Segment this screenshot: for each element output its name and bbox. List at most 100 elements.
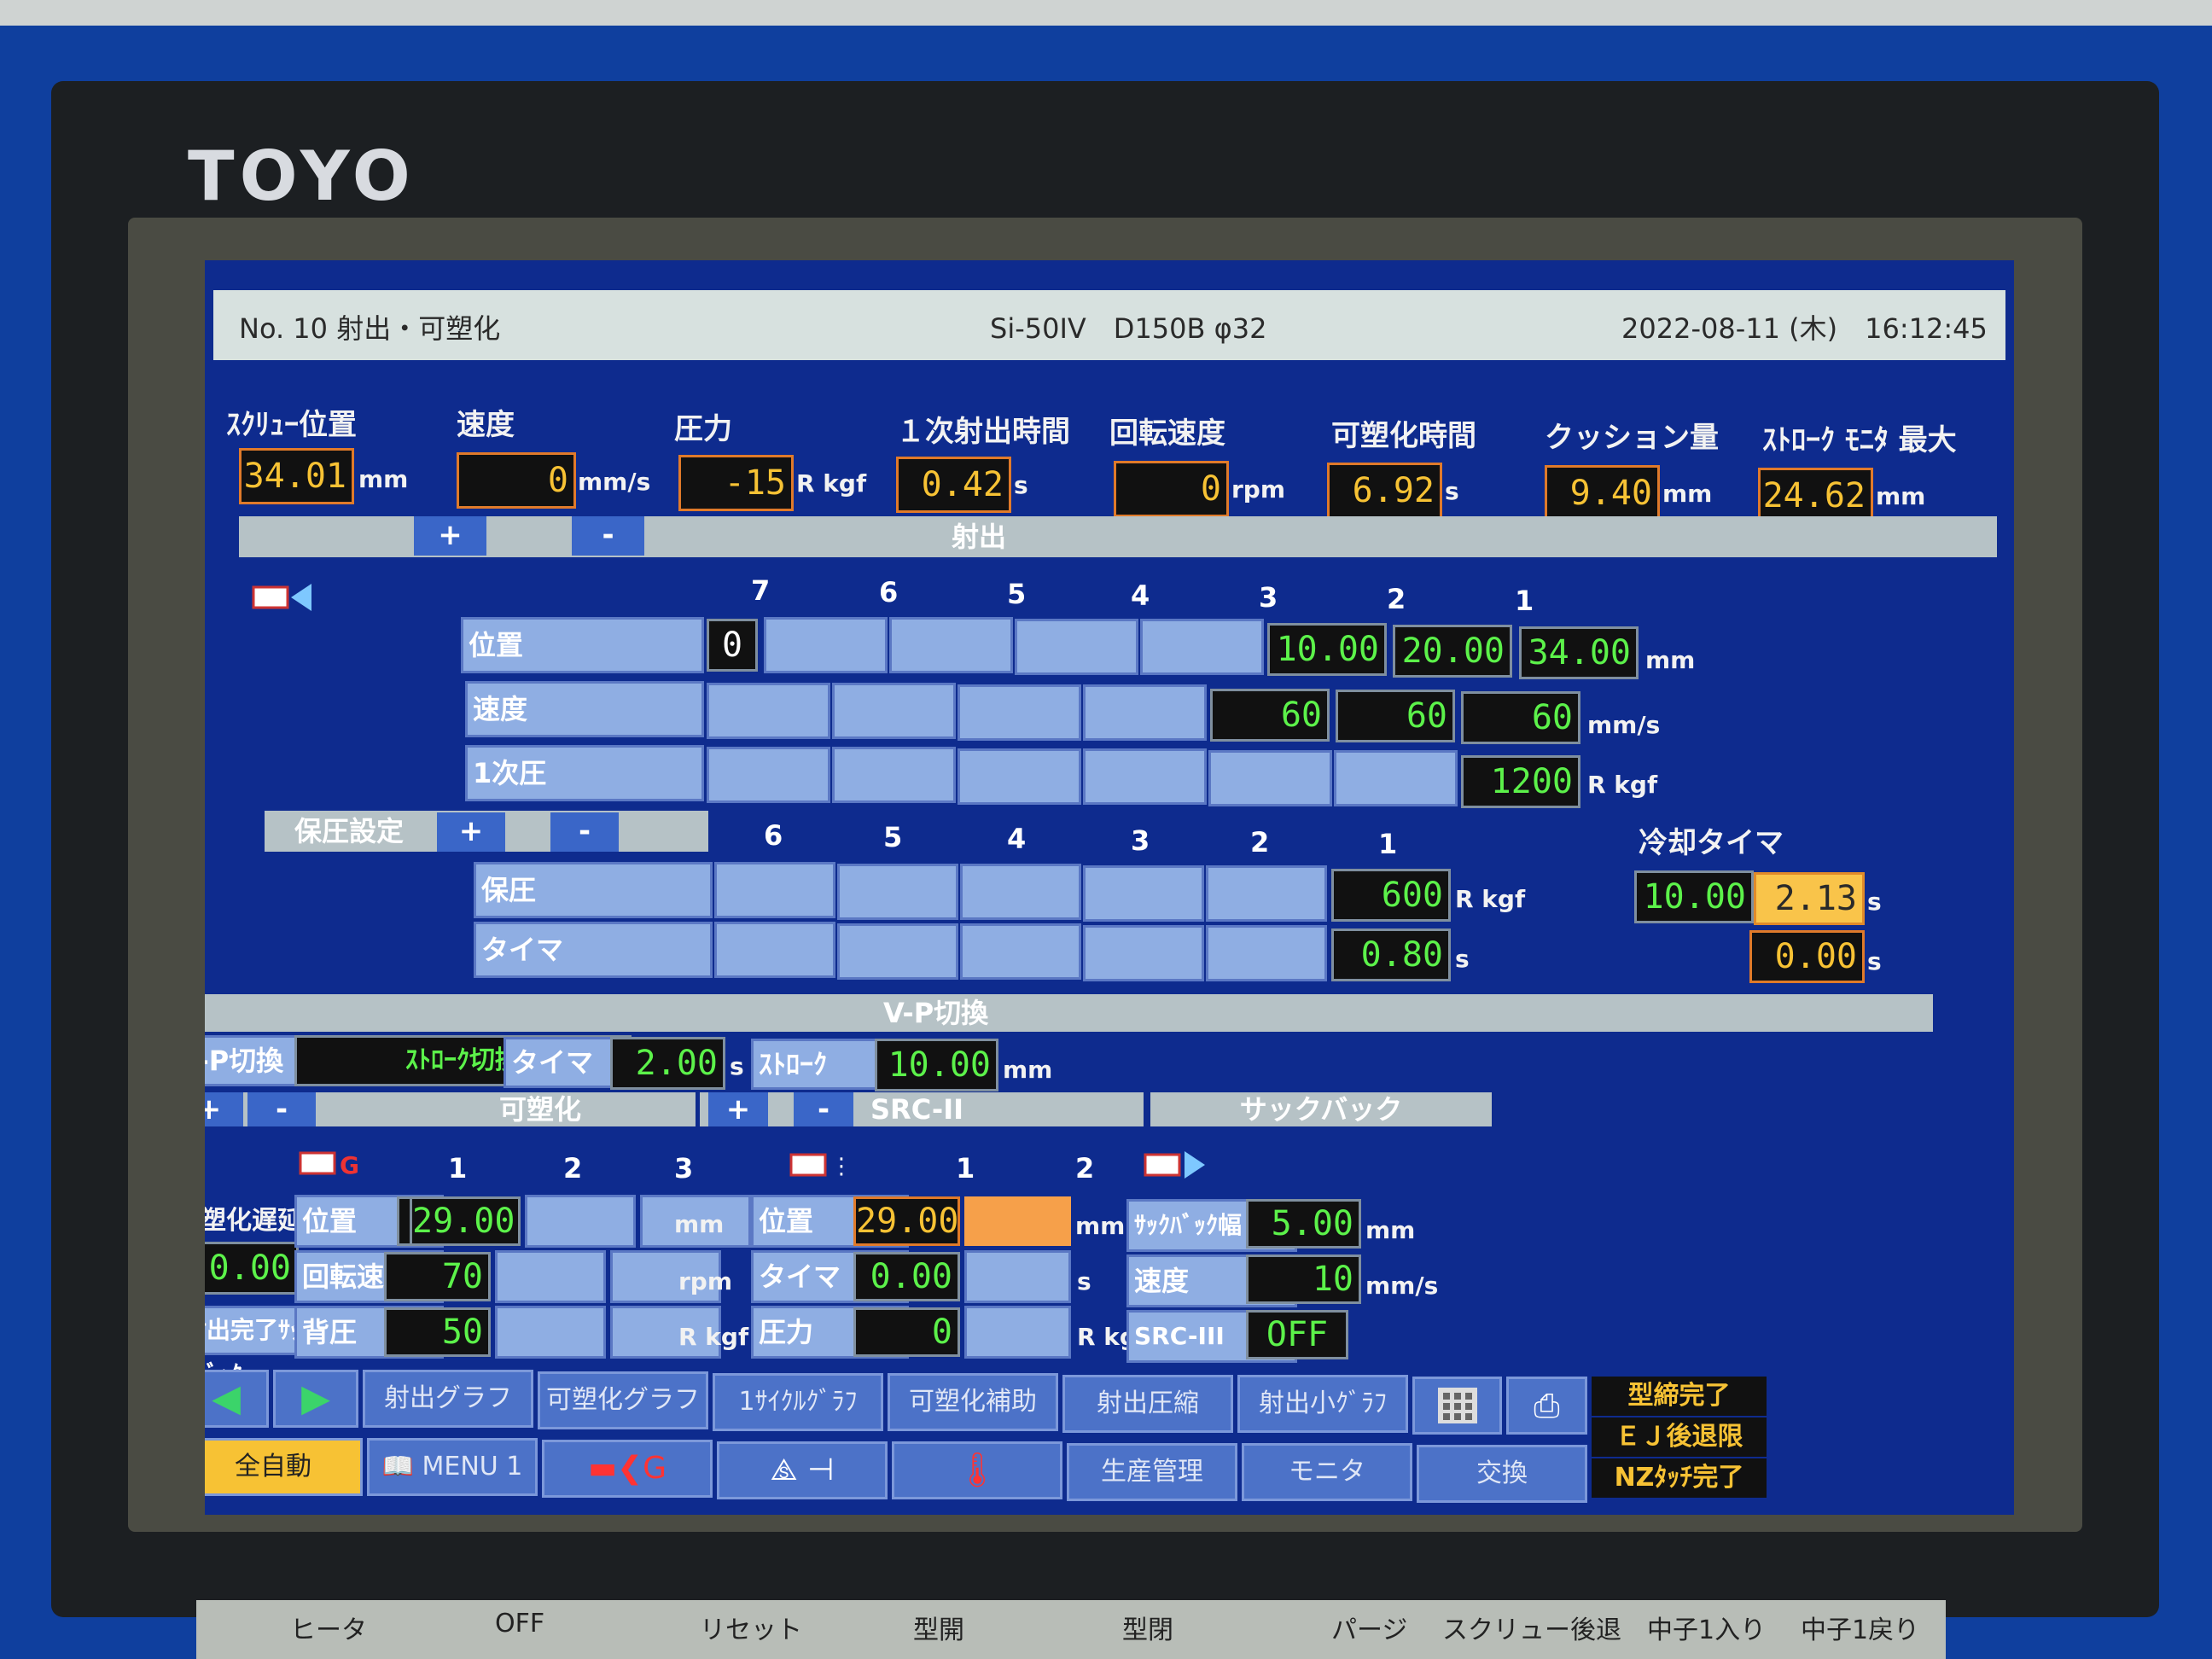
speed-stage-2[interactable]: 60: [1336, 690, 1455, 742]
arrow-right-icon: ▶: [301, 1377, 330, 1420]
inj-small-graph-button[interactable]: 射出小ｸﾞﾗﾌ: [1237, 1375, 1408, 1433]
hold-pressure[interactable]: 600: [1331, 869, 1451, 922]
position-start[interactable]: 0: [707, 619, 758, 672]
speed-stage-1[interactable]: 60: [1461, 691, 1580, 744]
plast-pos-cell-2[interactable]: [525, 1195, 636, 1248]
src-timer[interactable]: 0.00: [853, 1252, 960, 1301]
p1-cell-6[interactable]: [832, 747, 956, 803]
plast-rot-cell-2[interactable]: [495, 1250, 606, 1303]
hold-t-cell-4[interactable]: [960, 923, 1081, 980]
inj-graph-button[interactable]: 射出グラフ: [363, 1370, 533, 1428]
key-mold-close[interactable]: 型閉: [1122, 1609, 1173, 1646]
src-position[interactable]: 29.00: [853, 1196, 960, 1246]
position-cell-6[interactable]: [764, 617, 888, 673]
hold-timer[interactable]: 0.80: [1331, 928, 1451, 981]
speed-stage-3[interactable]: 60: [1210, 689, 1330, 742]
plast-bp-cell-2[interactable]: [495, 1306, 606, 1359]
p1-cell-2[interactable]: [1334, 750, 1458, 806]
monitor-pressure: -15: [678, 455, 794, 511]
speed-cell-7[interactable]: [707, 683, 830, 739]
hold-setting-title: 保圧設定: [294, 815, 405, 847]
plast-minus-button[interactable]: -: [247, 1092, 316, 1126]
src-pressure[interactable]: 0: [853, 1307, 960, 1357]
print-button[interactable]: ⎙: [1506, 1377, 1587, 1435]
hold-t-cell-2[interactable]: [1206, 925, 1327, 981]
p1-cell-7[interactable]: [707, 747, 830, 803]
plast-delay[interactable]: 0.00: [205, 1242, 299, 1295]
src-pos-cell-2[interactable]: [964, 1196, 1071, 1246]
position-stage-1[interactable]: 34.00: [1519, 626, 1639, 679]
row-label-hold-pressure: 保圧: [474, 862, 713, 918]
col-header: 2: [1075, 1152, 1095, 1185]
speed-cell-4[interactable]: [1083, 684, 1207, 741]
plast-position[interactable]: 29.00: [410, 1196, 521, 1246]
key-mold-open[interactable]: 型開: [913, 1609, 964, 1646]
position-stage-2[interactable]: 20.00: [1393, 625, 1512, 678]
vp-timer[interactable]: 2.00: [610, 1037, 725, 1090]
key-heater[interactable]: ヒータ: [290, 1609, 367, 1646]
key-purge[interactable]: パージ: [1331, 1609, 1407, 1646]
mold-button[interactable]: ⧌ ⊣: [717, 1441, 888, 1499]
key-core1-in[interactable]: 中子1入り: [1647, 1609, 1766, 1646]
src-p-cell-2[interactable]: [964, 1306, 1071, 1359]
menu-1-button[interactable]: 📖 MENU 1: [367, 1438, 538, 1496]
hold-p-cell-5[interactable]: [837, 864, 958, 920]
unit: mm/s: [1365, 1272, 1439, 1300]
col-header: 7: [751, 574, 771, 607]
unit: s: [1014, 471, 1028, 499]
plast-assist-button[interactable]: 可塑化補助: [888, 1373, 1058, 1431]
key-core1-out[interactable]: 中子1戻り: [1801, 1609, 1919, 1646]
exchange-button[interactable]: 交換: [1417, 1445, 1587, 1503]
plast-back-pressure[interactable]: 50: [384, 1307, 491, 1357]
plast-plus-button[interactable]: +: [205, 1092, 243, 1126]
key-screw-back[interactable]: スクリュー後退: [1442, 1609, 1621, 1646]
full-auto-button[interactable]: 全自動: [205, 1438, 363, 1496]
suckback-width[interactable]: 5.00: [1246, 1199, 1361, 1249]
plus-button[interactable]: +: [414, 516, 486, 556]
position-cell-5[interactable]: [889, 617, 1013, 673]
plast-back-button[interactable]: ▬❮G: [542, 1440, 713, 1498]
inj-compression-button[interactable]: 射出圧縮: [1062, 1375, 1233, 1433]
prev-page-button[interactable]: ◀: [205, 1370, 269, 1428]
temperature-button[interactable]: 🌡: [892, 1441, 1062, 1499]
src3-toggle[interactable]: OFF: [1246, 1310, 1348, 1359]
plast-graph-button[interactable]: 可塑化グラフ: [538, 1371, 708, 1429]
src-minus-button[interactable]: -: [794, 1092, 853, 1126]
position-cell-3[interactable]: [1140, 619, 1264, 675]
printer-icon: ⎙: [1534, 1387, 1560, 1424]
position-cell-4[interactable]: [1015, 619, 1138, 675]
minus-button[interactable]: -: [572, 516, 644, 556]
speed-cell-5[interactable]: [958, 684, 1081, 741]
src-plus-button[interactable]: +: [708, 1092, 768, 1126]
hold-p-cell-2[interactable]: [1206, 865, 1327, 922]
src-t-cell-2[interactable]: [964, 1250, 1071, 1303]
hold-p-cell-3[interactable]: [1083, 865, 1204, 922]
monitor-screw-pos: 34.01: [239, 448, 354, 504]
position-stage-3[interactable]: 10.00: [1267, 623, 1387, 676]
p1-cell-3[interactable]: [1208, 750, 1332, 806]
cooling-timer-set[interactable]: 10.00: [1634, 870, 1754, 923]
hold-minus-button[interactable]: -: [550, 812, 619, 852]
primary-pressure[interactable]: 1200: [1461, 755, 1580, 808]
hold-t-cell-5[interactable]: [837, 923, 958, 980]
hold-t-cell-6[interactable]: [714, 922, 835, 978]
hold-plus-button[interactable]: +: [437, 812, 505, 852]
calculator-button[interactable]: [1412, 1377, 1502, 1435]
hold-p-cell-4[interactable]: [960, 864, 1081, 920]
hold-t-cell-3[interactable]: [1083, 925, 1204, 981]
speed-cell-6[interactable]: [832, 683, 956, 739]
cycle-graph-button[interactable]: 1ｻｲｸﾙｸﾞﾗﾌ: [713, 1373, 883, 1431]
arrow-left-icon: ◀: [212, 1377, 241, 1420]
key-off[interactable]: OFF: [495, 1609, 544, 1639]
plast-rotation-speed[interactable]: 70: [384, 1252, 491, 1301]
hold-p-cell-6[interactable]: [714, 862, 835, 918]
key-reset[interactable]: リセット: [700, 1609, 802, 1646]
p1-cell-4[interactable]: [1083, 748, 1207, 805]
next-page-button[interactable]: ▶: [273, 1370, 358, 1428]
p1-cell-5[interactable]: [958, 748, 1081, 805]
production-mgmt-button[interactable]: 生産管理: [1067, 1443, 1237, 1501]
monitor-button[interactable]: モニタ: [1242, 1443, 1412, 1501]
row-label-hold-timer: タイマ: [474, 922, 713, 978]
vp-stroke[interactable]: 10.00: [875, 1039, 998, 1091]
suckback-speed[interactable]: 10: [1246, 1254, 1361, 1304]
